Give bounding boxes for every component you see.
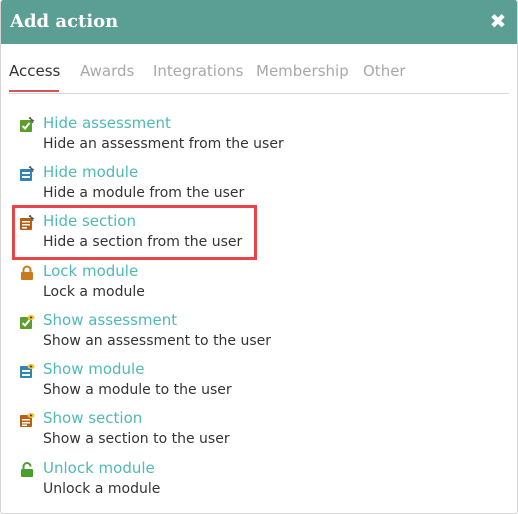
tab-access[interactable]: Access — [9, 61, 60, 81]
show-section-icon — [20, 413, 35, 427]
action-hide-module[interactable]: Hide module Hide a module from the user — [15, 163, 315, 207]
action-description: Show a module to the user — [43, 382, 232, 398]
tabs-divider — [9, 93, 509, 94]
tab-integrations[interactable]: Integrations — [153, 61, 243, 81]
action-name[interactable]: Hide assessment — [43, 114, 171, 132]
action-description: Show an assessment to the user — [43, 333, 272, 349]
action-hide-assessment[interactable]: Hide assessment Hide an assessment from … — [15, 114, 315, 158]
tab-other[interactable]: Other — [363, 61, 406, 81]
action-description: Hide an assessment from the user — [43, 136, 284, 152]
action-unlock-module[interactable]: Unlock module Unlock a module — [15, 459, 315, 503]
action-name[interactable]: Lock module — [43, 262, 138, 280]
tab-bar: Access Awards Integrations Membership Ot… — [1, 44, 517, 94]
close-icon[interactable]: ✖ — [488, 9, 508, 33]
action-name[interactable]: Hide module — [43, 163, 138, 181]
action-show-module[interactable]: Show module Show a module to the user — [15, 360, 315, 404]
add-action-dialog: Add action ✖ Access Awards Integrations … — [0, 0, 518, 514]
action-description: Hide a module from the user — [43, 185, 245, 201]
hide-module-icon — [20, 166, 35, 181]
unlock-icon — [21, 462, 33, 477]
hide-assessment-icon — [20, 117, 35, 132]
action-hide-section[interactable]: Hide section Hide a section from the use… — [15, 212, 315, 256]
action-name[interactable]: Show section — [43, 409, 142, 427]
action-show-section[interactable]: Show section Show a section to the user — [15, 409, 315, 453]
action-name[interactable]: Show assessment — [43, 311, 177, 329]
action-name[interactable]: Hide section — [43, 212, 136, 230]
action-description: Unlock a module — [43, 481, 161, 497]
lock-icon — [21, 265, 33, 280]
action-lock-module[interactable]: Lock module Lock a module — [15, 262, 315, 306]
action-description: Hide a section from the user — [43, 234, 243, 250]
action-name[interactable]: Unlock module — [43, 459, 155, 477]
action-description: Lock a module — [43, 284, 145, 300]
tab-awards[interactable]: Awards — [80, 61, 134, 81]
action-description: Show a section to the user — [43, 431, 230, 447]
action-name[interactable]: Show module — [43, 360, 144, 378]
dialog-title: Add action — [10, 11, 119, 32]
tab-membership[interactable]: Membership — [256, 61, 349, 81]
action-show-assessment[interactable]: Show assessment Show an assessment to th… — [15, 311, 315, 355]
active-tab-indicator — [9, 90, 59, 92]
dialog-header: Add action ✖ — [1, 0, 517, 44]
hide-section-icon — [20, 215, 35, 230]
show-module-icon — [20, 364, 35, 378]
show-assessment-icon — [20, 315, 35, 329]
